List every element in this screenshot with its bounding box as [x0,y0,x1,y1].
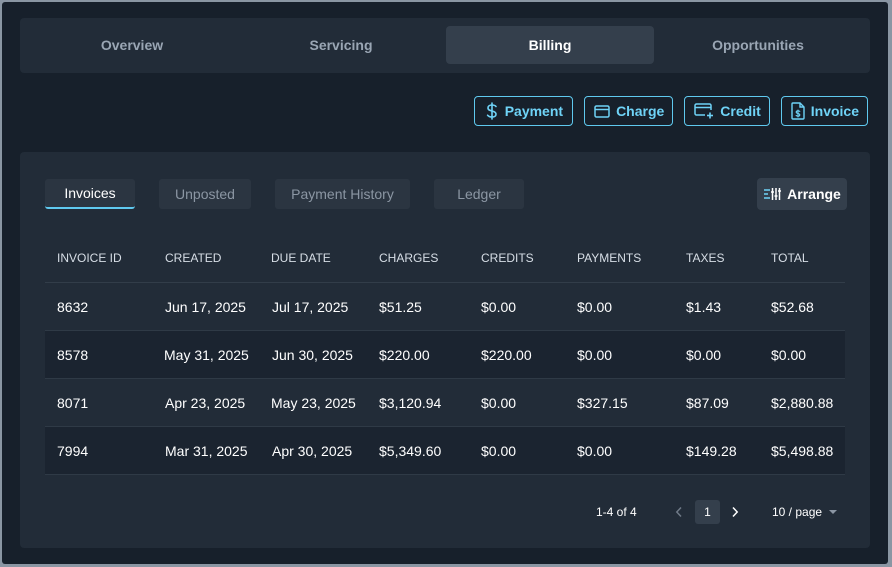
cell-due-date: Jun 30, 2025 [272,346,353,363]
cell-invoice-id: 8632 [57,298,89,315]
action-toolbar: Payment Charge Credit Invoice [473,96,868,126]
caret-down-icon [829,510,838,514]
invoice-button[interactable]: Invoice [780,96,868,126]
cell-due-date: Jul 17, 2025 [272,298,349,315]
chevron-right-icon[interactable] [726,500,744,524]
cell-charges: $5,349.60 [379,442,442,459]
cell-taxes: $149.28 [686,442,737,459]
tab-billing[interactable]: Billing [446,26,654,64]
cell-total: $2,880.88 [771,394,834,411]
column-header-created[interactable]: CREATED [165,234,221,282]
cell-payments: $0.00 [577,346,613,363]
arrange-button-label: Arrange [787,186,841,202]
cell-taxes: $1.43 [686,298,722,315]
page-number-button[interactable]: 1 [695,500,720,524]
cell-charges: $220.00 [379,346,430,363]
invoices-card: Invoices Unposted Payment History Ledger… [20,152,870,548]
invoice-document-icon [791,102,805,120]
cell-payments: $327.15 [577,394,628,411]
cell-total: $52.68 [771,298,814,315]
app-window: Overview Servicing Billing Opportunities… [2,2,888,564]
cell-credits: $0.00 [481,298,517,315]
page-size-label: 10 / page [772,505,823,519]
column-header-payments[interactable]: PAYMENTS [577,234,641,282]
cell-total: $0.00 [771,346,807,363]
cell-created: Jun 17, 2025 [165,298,246,315]
table-header: INVOICE ID CREATED DUE DATE CHARGES CRED… [45,234,845,283]
cell-created: May 31, 2025 [164,346,249,363]
cell-credits: $0.00 [481,442,517,459]
cell-charges: $3,120.94 [379,394,442,411]
column-header-taxes[interactable]: TAXES [686,234,724,282]
charge-button[interactable]: Charge [584,96,674,126]
table-row[interactable]: 8578 May 31, 2025 Jun 30, 2025 $220.00 $… [45,331,845,379]
pagination: 1-4 of 4 1 10 / page [20,500,870,524]
cell-payments: $0.00 [577,442,613,459]
payment-button-label: Payment [504,103,564,119]
charge-button-label: Charge [616,103,665,119]
tab-servicing[interactable]: Servicing [237,26,445,64]
sub-tab-payment-history[interactable]: Payment History [275,179,410,209]
column-header-credits[interactable]: CREDITS [481,234,534,282]
cell-credits: $220.00 [481,346,532,363]
cell-payments: $0.00 [577,298,613,315]
cell-created: Mar 31, 2025 [165,442,248,459]
card-plus-icon [694,103,714,119]
cell-charges: $51.25 [379,298,422,315]
column-header-invoice-id[interactable]: INVOICE ID [57,234,122,282]
column-header-total[interactable]: TOTAL [771,234,809,282]
credit-card-icon [594,104,610,118]
cell-invoice-id: 8578 [57,346,89,363]
tab-overview[interactable]: Overview [28,26,236,64]
invoice-button-label: Invoice [810,103,859,119]
invoices-table: INVOICE ID CREATED DUE DATE CHARGES CRED… [45,234,845,475]
credit-button-label: Credit [720,103,761,119]
sub-tab-ledger[interactable]: Ledger [434,179,524,209]
top-tab-bar: Overview Servicing Billing Opportunities [20,18,870,73]
sub-tab-invoices[interactable]: Invoices [45,179,135,209]
column-header-charges[interactable]: CHARGES [379,234,438,282]
cell-created: Apr 23, 2025 [165,394,246,411]
sub-tab-unposted[interactable]: Unposted [159,179,251,209]
pagination-range: 1-4 of 4 [596,505,637,519]
page-size-select[interactable]: 10 / page [772,500,838,524]
cell-invoice-id: 8071 [57,394,89,411]
column-header-due-date[interactable]: DUE DATE [271,234,331,282]
cell-taxes: $87.09 [686,394,729,411]
table-row[interactable]: 8632 Jun 17, 2025 Jul 17, 2025 $51.25 $0… [45,283,845,331]
chevron-left-icon[interactable] [670,500,688,524]
cell-total: $5,498.88 [771,442,834,459]
arrange-button[interactable]: Arrange [757,178,847,210]
sliders-icon [764,188,782,200]
table-row[interactable]: 7994 Mar 31, 2025 Apr 30, 2025 $5,349.60… [45,427,845,475]
cell-credits: $0.00 [481,394,517,411]
cell-taxes: $0.00 [686,346,722,363]
cell-due-date: Apr 30, 2025 [272,442,353,459]
credit-button[interactable]: Credit [684,96,770,126]
cell-invoice-id: 7994 [57,442,89,459]
payment-button[interactable]: Payment [473,96,574,126]
table-row[interactable]: 8071 Apr 23, 2025 May 23, 2025 $3,120.94… [45,379,845,427]
dollar-icon [486,102,497,120]
tab-opportunities[interactable]: Opportunities [654,26,862,64]
cell-due-date: May 23, 2025 [271,394,356,411]
